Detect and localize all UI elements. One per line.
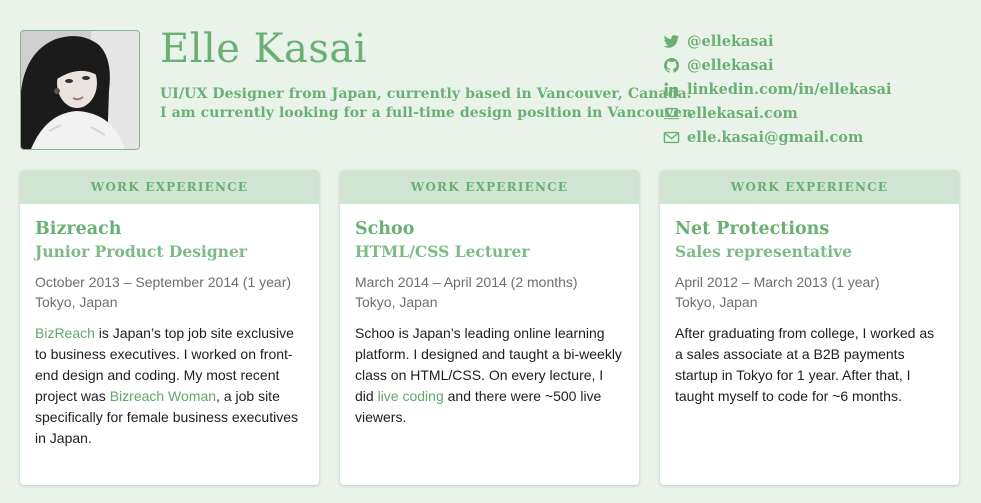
job-meta: March 2014 – April 2014 (2 months) Tokyo… — [355, 273, 624, 312]
experience-card-bizreach: WORK EXPERIENCE Bizreach Junior Product … — [20, 170, 319, 485]
contact-item-linkedin[interactable]: linkedin.com/in/ellekasai — [662, 77, 892, 101]
job-meta: October 2013 – September 2014 (1 year) T… — [35, 273, 304, 312]
contact-text[interactable]: linkedin.com/in/ellekasai — [687, 81, 892, 98]
experience-card-schoo: WORK EXPERIENCE Schoo HTML/CSS Lecturer … — [340, 170, 639, 485]
contact-item-email[interactable]: elle.kasai@gmail.com — [662, 125, 892, 149]
job-location: Tokyo, Japan — [35, 293, 118, 310]
bio-line: I am currently looking for a full-time d… — [160, 105, 694, 121]
contact-item-github[interactable]: @ellekasai — [662, 53, 892, 77]
github-icon — [662, 56, 680, 74]
linkedin-icon — [662, 80, 680, 98]
laptop-icon — [662, 104, 680, 122]
contact-item-website[interactable]: ellekasai.com — [662, 101, 892, 125]
job-dates: April 2012 – March 2013 (1 year) — [675, 274, 880, 290]
job-location: Tokyo, Japan — [675, 293, 758, 310]
company-name: Bizreach — [35, 219, 122, 239]
card-heading: WORK EXPERIENCE — [20, 170, 319, 204]
contact-text[interactable]: ellekasai.com — [687, 105, 798, 122]
profile-bio: UI/UX Designer from Japan, currently bas… — [160, 85, 693, 123]
bizreach-link[interactable]: BizReach — [35, 325, 95, 341]
job-description: BizReach is Japan’s top job site exclusi… — [35, 323, 304, 449]
job-dates: October 2013 – September 2014 (1 year) — [35, 274, 292, 290]
card-heading: WORK EXPERIENCE — [340, 170, 639, 204]
bio-line: UI/UX Designer from Japan, currently bas… — [160, 86, 692, 102]
job-title: Sales representative — [675, 242, 852, 261]
profile-name: Elle Kasai — [160, 26, 368, 72]
job-description: After graduating from college, I worked … — [675, 323, 944, 407]
job-location: Tokyo, Japan — [355, 293, 438, 310]
company-name: Net Protections — [675, 219, 830, 239]
live-coding-link[interactable]: live coding — [378, 388, 444, 404]
contact-item-twitter[interactable]: @ellekasai — [662, 29, 892, 53]
company-name: Schoo — [355, 219, 415, 239]
contact-text[interactable]: @ellekasai — [687, 33, 773, 50]
job-title: HTML/CSS Lecturer — [355, 242, 530, 261]
contact-text[interactable]: elle.kasai@gmail.com — [687, 129, 863, 146]
bizreach-woman-link[interactable]: Bizreach Woman — [110, 388, 216, 404]
description-text: After graduating from college, I worked … — [675, 325, 935, 404]
experience-card-net-protections: WORK EXPERIENCE Net Protections Sales re… — [660, 170, 959, 485]
job-meta: April 2012 – March 2013 (1 year) Tokyo, … — [675, 273, 944, 312]
contact-list: @ellekasai @ellekasai linkedin.com/in/el… — [662, 29, 892, 149]
profile-header: Elle Kasai UI/UX Designer from Japan, cu… — [0, 0, 981, 160]
job-title: Junior Product Designer — [35, 242, 247, 261]
contact-text[interactable]: @ellekasai — [687, 57, 773, 74]
profile-photo — [21, 31, 139, 149]
twitter-icon — [662, 32, 680, 50]
avatar — [20, 30, 140, 150]
envelope-icon — [662, 128, 680, 146]
job-description: Schoo is Japan’s leading online learning… — [355, 323, 624, 428]
card-heading: WORK EXPERIENCE — [660, 170, 959, 204]
job-dates: March 2014 – April 2014 (2 months) — [355, 274, 578, 290]
